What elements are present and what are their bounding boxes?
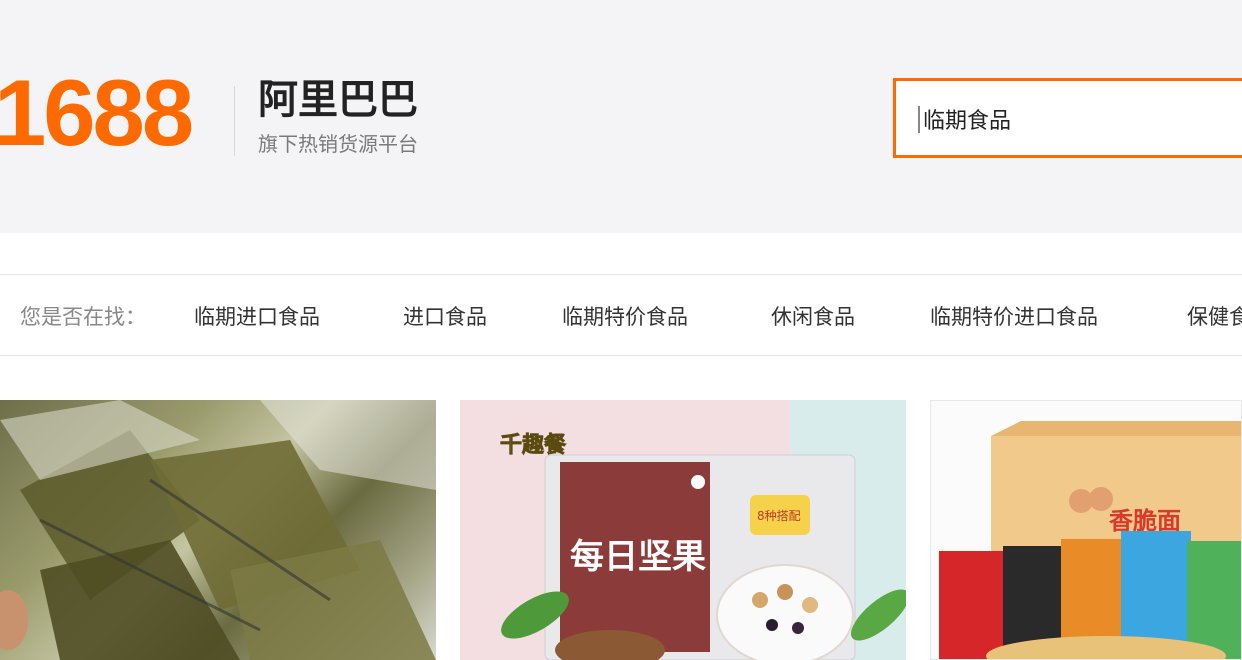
search-box[interactable] <box>893 78 1242 158</box>
search-input[interactable] <box>923 101 1242 137</box>
brand-logo-text: 千趣餐 <box>500 432 567 458</box>
product-image-noodles: 香脆面 <box>939 421 1241 659</box>
site-header: 1688 阿里巴巴 旗下热销货源平台 <box>0 0 1242 233</box>
product-card[interactable]: 香脆面 <box>930 400 1242 660</box>
logo-tagline: 旗下热销货源平台 <box>258 132 418 156</box>
box-title-text: 香脆面 <box>1109 507 1181 535</box>
suggestion-label: 您是否在找： <box>20 305 146 329</box>
suggestion-item[interactable]: 保健食 <box>1187 303 1242 331</box>
logo-brand-name: 阿里巴巴 <box>258 77 418 123</box>
text-cursor <box>918 106 920 133</box>
product-card[interactable]: 每日坚果 千趣餐 8种搭配 <box>460 400 906 660</box>
logo-divider <box>234 86 235 156</box>
suggestion-item[interactable]: 临期特价食品 <box>562 303 688 331</box>
product-image-zongzi <box>0 400 436 660</box>
suggestion-bar: 您是否在找： 临期进口食品 进口食品 临期特价食品 休闲食品 临期特价进口食品 … <box>0 274 1242 356</box>
package-badge-text: 8种搭配 <box>757 509 801 523</box>
suggestion-item[interactable]: 临期进口食品 <box>194 303 320 331</box>
suggestion-item[interactable]: 进口食品 <box>403 303 487 331</box>
logo-1688[interactable]: 1688 <box>0 66 194 160</box>
product-image-nuts: 每日坚果 千趣餐 8种搭配 <box>500 400 906 660</box>
suggestion-item[interactable]: 休闲食品 <box>771 303 855 331</box>
suggestion-item[interactable]: 临期特价进口食品 <box>930 303 1098 331</box>
package-title-text: 每日坚果 <box>570 537 706 577</box>
product-card[interactable] <box>0 400 436 660</box>
